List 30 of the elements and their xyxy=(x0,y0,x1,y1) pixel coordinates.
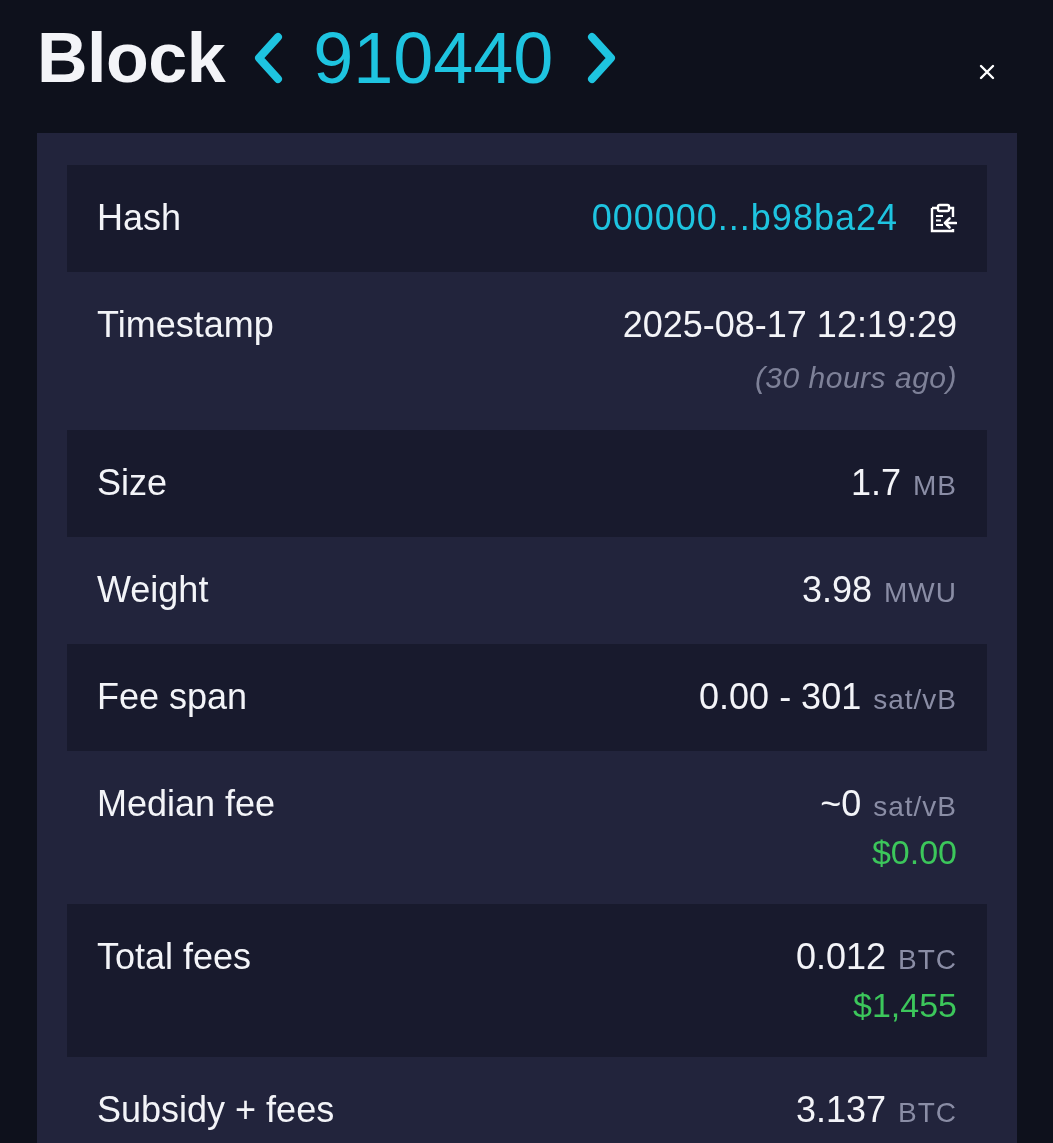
unit-label: BTC xyxy=(898,1098,957,1128)
close-icon[interactable] xyxy=(979,64,995,80)
unit-label: sat/vB xyxy=(873,792,957,822)
unit-label: sat/vB xyxy=(873,685,957,715)
unit-label: BTC xyxy=(898,945,957,975)
field-value: 0.00 - 301 xyxy=(699,677,862,717)
field-value: 2025-08-17 12:19:29 xyxy=(622,305,957,345)
field-value: 3.137 xyxy=(795,1090,886,1130)
field-label: Subsidy + fees xyxy=(97,1090,335,1130)
fiat-value: $1,455 xyxy=(853,987,957,1023)
field-label: Hash xyxy=(97,198,182,238)
block-number: 910440 xyxy=(313,17,554,98)
field-label: Median fee xyxy=(97,784,276,824)
field-label: Weight xyxy=(97,570,209,610)
unit-label: MWU xyxy=(884,578,957,608)
field-label: Timestamp xyxy=(97,305,274,345)
field-value: ~0 xyxy=(820,784,862,824)
relative-time: (30 hours ago) xyxy=(754,360,957,396)
field-label: Fee span xyxy=(97,677,248,717)
field-value: 0.012 xyxy=(795,937,886,977)
field-label: Size xyxy=(97,463,168,503)
field-label: Total fees xyxy=(97,937,252,977)
clipboard-icon[interactable] xyxy=(930,203,957,233)
page-title: Block xyxy=(37,17,226,98)
fiat-value: $0.00 xyxy=(871,834,957,870)
field-value: 1.7 xyxy=(850,463,901,503)
field-value: 3.98 xyxy=(801,570,872,610)
hash-link[interactable]: 000000...b98ba24 xyxy=(591,198,898,238)
chevron-right-icon[interactable] xyxy=(587,31,618,84)
unit-label: MB xyxy=(913,471,957,501)
